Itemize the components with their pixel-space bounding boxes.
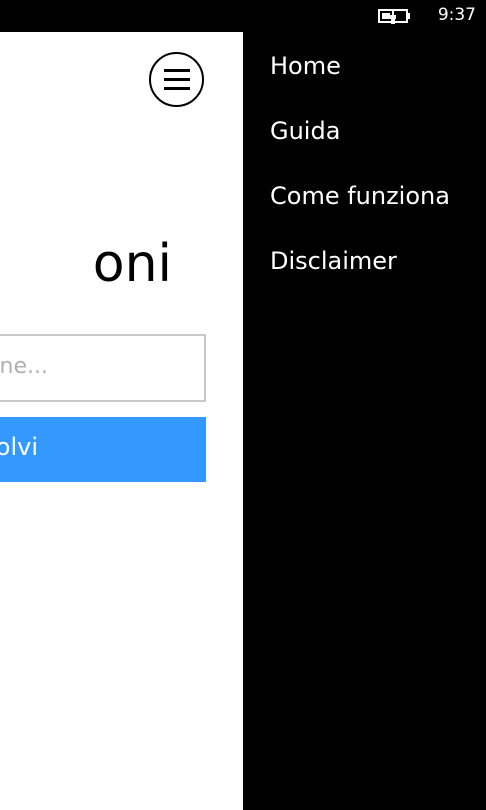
status-time: 9:37 bbox=[437, 5, 476, 25]
nav-item-home[interactable]: Home bbox=[270, 52, 341, 80]
hamburger-menu-icon bbox=[164, 69, 190, 72]
nav-item-guida[interactable]: Guida bbox=[270, 117, 340, 145]
menu-button[interactable] bbox=[149, 52, 204, 107]
input-placeholder: ne... bbox=[0, 354, 48, 379]
nav-menu: Home Guida Come funziona Disclaimer bbox=[243, 32, 486, 810]
battery-charging-icon bbox=[378, 9, 410, 24]
status-bar: 9:37 bbox=[0, 0, 486, 32]
phone-screen: 9:37 oni ne... olvi Home Guida Come funz… bbox=[0, 0, 486, 810]
solve-button[interactable]: olvi bbox=[0, 417, 206, 482]
solve-button-label: olvi bbox=[0, 433, 38, 461]
hamburger-menu-icon-bar bbox=[164, 87, 190, 90]
text-input[interactable]: ne... bbox=[0, 334, 206, 402]
page-title: oni bbox=[92, 234, 172, 294]
hamburger-menu-icon-bar bbox=[164, 78, 190, 81]
nav-item-come-funziona[interactable]: Come funziona bbox=[270, 182, 450, 210]
nav-item-disclaimer[interactable]: Disclaimer bbox=[270, 247, 397, 275]
main-content-panel: oni ne... olvi bbox=[0, 32, 243, 810]
